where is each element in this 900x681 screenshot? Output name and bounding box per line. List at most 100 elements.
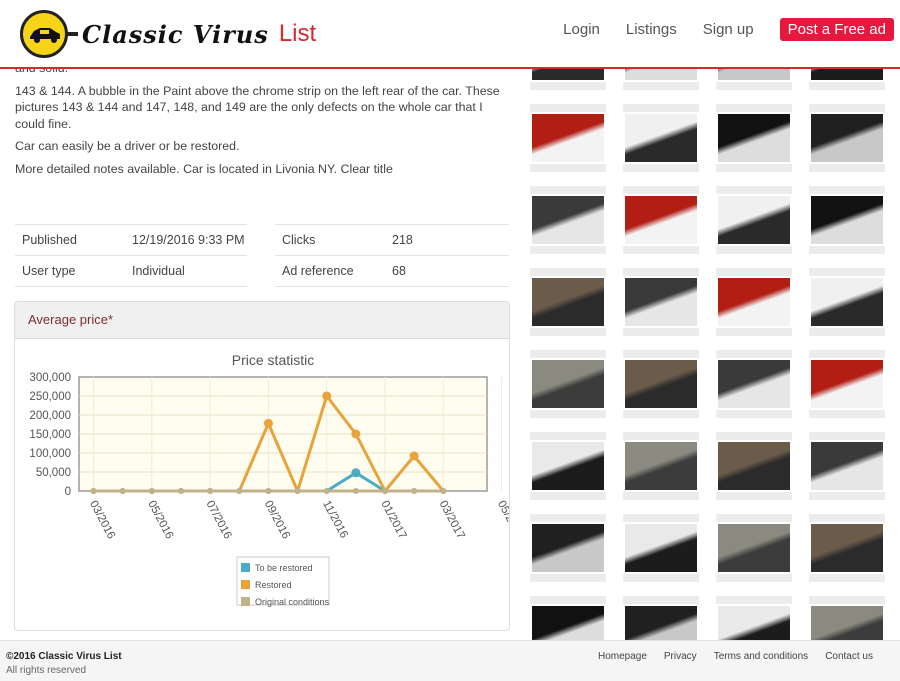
y-tick-label: 100,000 — [29, 448, 71, 460]
price-chart: Price statistic 300,000 250,000 200,000 150,… — [29, 352, 509, 607]
gallery-thumbnail[interactable] — [716, 350, 792, 418]
y-tick-label: 300,000 — [29, 372, 71, 384]
gallery-thumbnail[interactable] — [809, 596, 885, 640]
gallery-thumbnail[interactable] — [530, 68, 606, 90]
car-photo-icon — [718, 114, 790, 162]
car-photo-icon — [718, 442, 790, 490]
thumbnail-frame — [809, 82, 885, 90]
gallery-thumbnail[interactable] — [716, 596, 792, 640]
gallery-thumbnail[interactable] — [623, 268, 699, 336]
gallery-thumbnail[interactable] — [716, 268, 792, 336]
x-tick-label: 03/2016 — [87, 499, 117, 541]
nav-signup[interactable]: Sign up — [703, 21, 754, 38]
y-tick-label: 150,000 — [29, 429, 71, 441]
thumbnail-frame — [623, 268, 699, 276]
car-photo-icon — [625, 606, 697, 640]
rights-reserved: All rights reserved — [6, 665, 87, 676]
data-point — [90, 488, 97, 494]
info-label: Clicks — [275, 224, 385, 256]
data-point — [236, 488, 243, 494]
gallery-thumbnail[interactable] — [809, 268, 885, 336]
brand-suffix: List — [278, 20, 317, 47]
brand-name: Classic Virus — [82, 19, 269, 49]
thumbnail-frame — [623, 492, 699, 500]
thumbnail-frame — [530, 410, 606, 418]
car-photo-icon — [625, 68, 697, 80]
main-nav: Login Listings Sign up Post a Free ad — [563, 18, 900, 41]
gallery-thumbnail[interactable] — [809, 186, 885, 254]
car-photo-icon — [718, 278, 790, 326]
gallery-thumbnail[interactable] — [530, 596, 606, 640]
thumbnail-frame — [716, 186, 792, 194]
data-point — [207, 488, 214, 494]
thumbnail-frame — [809, 328, 885, 336]
data-point — [352, 488, 359, 494]
description-paragraph: More detailed notes available. Car is lo… — [15, 161, 393, 176]
car-photo-icon — [625, 196, 697, 244]
gallery-thumbnail[interactable] — [809, 514, 885, 582]
car-photo-icon — [625, 360, 697, 408]
footer-link-homepage[interactable]: Homepage — [598, 651, 647, 662]
gallery-thumbnail[interactable] — [623, 350, 699, 418]
car-photo-icon — [718, 68, 790, 80]
y-tick-label: 200,000 — [29, 410, 71, 422]
thumbnail-frame — [809, 574, 885, 582]
gallery-thumbnail[interactable] — [623, 104, 699, 172]
thumbnail-frame — [809, 246, 885, 254]
legend-label: Original conditions — [255, 597, 330, 607]
car-photo-icon — [718, 524, 790, 572]
gallery-thumbnail[interactable] — [530, 514, 606, 582]
gallery-thumbnail[interactable] — [530, 186, 606, 254]
gallery-thumbnail[interactable] — [716, 104, 792, 172]
thumbnail-frame — [623, 164, 699, 172]
thumbnail-frame — [530, 596, 606, 604]
nav-login[interactable]: Login — [563, 21, 600, 38]
listing-description: and solid. 143 & 144. A bubble in the Pa… — [15, 60, 510, 183]
post-free-ad-button[interactable]: Post a Free ad — [779, 18, 894, 41]
footer-link-privacy[interactable]: Privacy — [664, 651, 697, 662]
thumbnail-frame — [809, 596, 885, 604]
thumbnail-frame — [716, 492, 792, 500]
gallery-thumbnail[interactable] — [623, 432, 699, 500]
car-photo-icon — [811, 524, 883, 572]
data-point — [411, 488, 418, 494]
data-point — [265, 488, 272, 494]
car-logo-icon — [20, 10, 68, 58]
car-photo-icon — [532, 196, 604, 244]
gallery-thumbnail[interactable] — [623, 596, 699, 640]
gallery-thumbnail[interactable] — [716, 514, 792, 582]
gallery-thumbnail[interactable] — [530, 104, 606, 172]
thumbnail-frame — [809, 492, 885, 500]
thumbnail-frame — [623, 82, 699, 90]
gallery-thumbnail[interactable] — [716, 186, 792, 254]
gallery-thumbnail[interactable] — [623, 186, 699, 254]
gallery-thumbnail[interactable] — [623, 68, 699, 90]
gallery-thumbnail[interactable] — [809, 432, 885, 500]
car-photo-icon — [811, 68, 883, 80]
listing-info-left: Published 12/19/2016 9:33 PM User type I… — [15, 224, 247, 287]
site-logo[interactable]: Classic Virus List — [20, 8, 316, 60]
nav-listings[interactable]: Listings — [626, 21, 677, 38]
gallery-thumbnail[interactable] — [809, 104, 885, 172]
data-point — [382, 488, 388, 494]
gallery-thumbnail[interactable] — [716, 68, 792, 90]
legend-swatch — [241, 580, 250, 589]
footer-link-contact[interactable]: Contact us — [825, 651, 873, 662]
gallery-thumbnail[interactable] — [809, 68, 885, 90]
legend-label: Restored — [255, 580, 292, 590]
thumbnail-frame — [809, 350, 885, 358]
gallery-thumbnail[interactable] — [809, 350, 885, 418]
gallery-thumbnail[interactable] — [716, 432, 792, 500]
info-label: Published — [15, 224, 125, 256]
gallery-thumbnail[interactable] — [530, 432, 606, 500]
gallery-thumbnail[interactable] — [623, 514, 699, 582]
gallery-thumbnail[interactable] — [530, 350, 606, 418]
y-tick-label: 0 — [65, 486, 71, 498]
thumbnail-frame — [530, 164, 606, 172]
footer-link-terms[interactable]: Terms and conditions — [714, 651, 809, 662]
thumbnail-frame — [530, 514, 606, 522]
legend-label: To be restored — [255, 563, 313, 573]
thumbnail-frame — [530, 268, 606, 276]
copyright: ©2016 Classic Virus List — [6, 651, 122, 662]
gallery-thumbnail[interactable] — [530, 268, 606, 336]
